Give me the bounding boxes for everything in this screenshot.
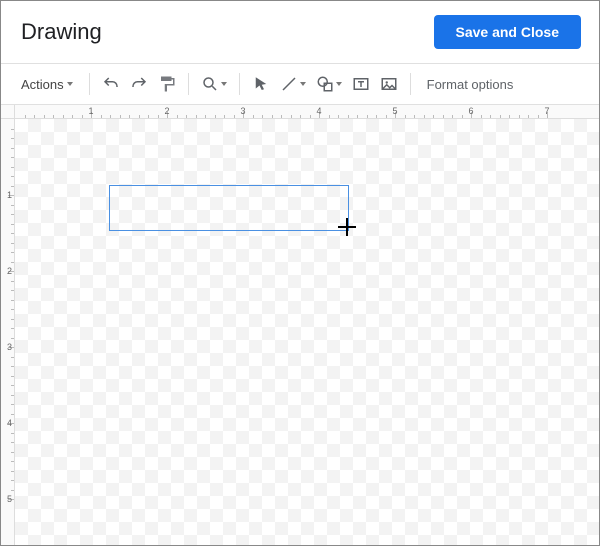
ruler-label: 5 (392, 106, 397, 116)
selection-rectangle[interactable] (109, 185, 349, 231)
select-icon (252, 75, 270, 93)
zoom-icon (201, 75, 219, 93)
dialog-title: Drawing (21, 19, 102, 45)
drawing-canvas[interactable] (15, 119, 599, 545)
actions-menu-button[interactable]: Actions (13, 73, 81, 96)
zoom-button[interactable] (197, 71, 231, 97)
line-tool-button[interactable] (276, 71, 310, 97)
paint-format-button[interactable] (154, 71, 180, 97)
ruler-label: 2 (7, 266, 12, 276)
textbox-icon (352, 75, 370, 93)
redo-button[interactable] (126, 71, 152, 97)
image-icon (380, 75, 398, 93)
chevron-down-icon (336, 82, 342, 86)
toolbar: Actions (1, 64, 599, 104)
format-options-button[interactable]: Format options (419, 73, 522, 96)
ruler-vertical: 1 2 3 4 5 (1, 119, 15, 545)
workarea: 1 2 3 4 5 6 7 1 2 3 4 5 (1, 105, 599, 545)
redo-icon (130, 75, 148, 93)
separator (239, 73, 240, 95)
ruler-horizontal: 1 2 3 4 5 6 7 (15, 105, 599, 119)
separator (410, 73, 411, 95)
ruler-label: 3 (240, 106, 245, 116)
separator (188, 73, 189, 95)
chevron-down-icon (67, 82, 73, 86)
undo-button[interactable] (98, 71, 124, 97)
ruler-label: 1 (88, 106, 93, 116)
paint-format-icon (158, 75, 176, 93)
save-and-close-button[interactable]: Save and Close (434, 15, 582, 49)
ruler-label: 4 (316, 106, 321, 116)
shape-tool-button[interactable] (312, 71, 346, 97)
line-icon (280, 75, 298, 93)
ruler-corner (1, 105, 15, 119)
ruler-label: 5 (7, 494, 12, 504)
ruler-label: 7 (544, 106, 549, 116)
ruler-label: 1 (7, 190, 12, 200)
shape-icon (316, 75, 334, 93)
ruler-label: 2 (164, 106, 169, 116)
ruler-label: 3 (7, 342, 12, 352)
chevron-down-icon (221, 82, 227, 86)
actions-label: Actions (21, 77, 64, 92)
chevron-down-icon (300, 82, 306, 86)
image-tool-button[interactable] (376, 71, 402, 97)
separator (89, 73, 90, 95)
drawing-dialog: Drawing Save and Close Actions (0, 0, 600, 546)
ruler-label: 4 (7, 418, 12, 428)
ruler-label: 6 (468, 106, 473, 116)
dialog-header: Drawing Save and Close (1, 1, 599, 63)
textbox-tool-button[interactable] (348, 71, 374, 97)
undo-icon (102, 75, 120, 93)
select-tool-button[interactable] (248, 71, 274, 97)
